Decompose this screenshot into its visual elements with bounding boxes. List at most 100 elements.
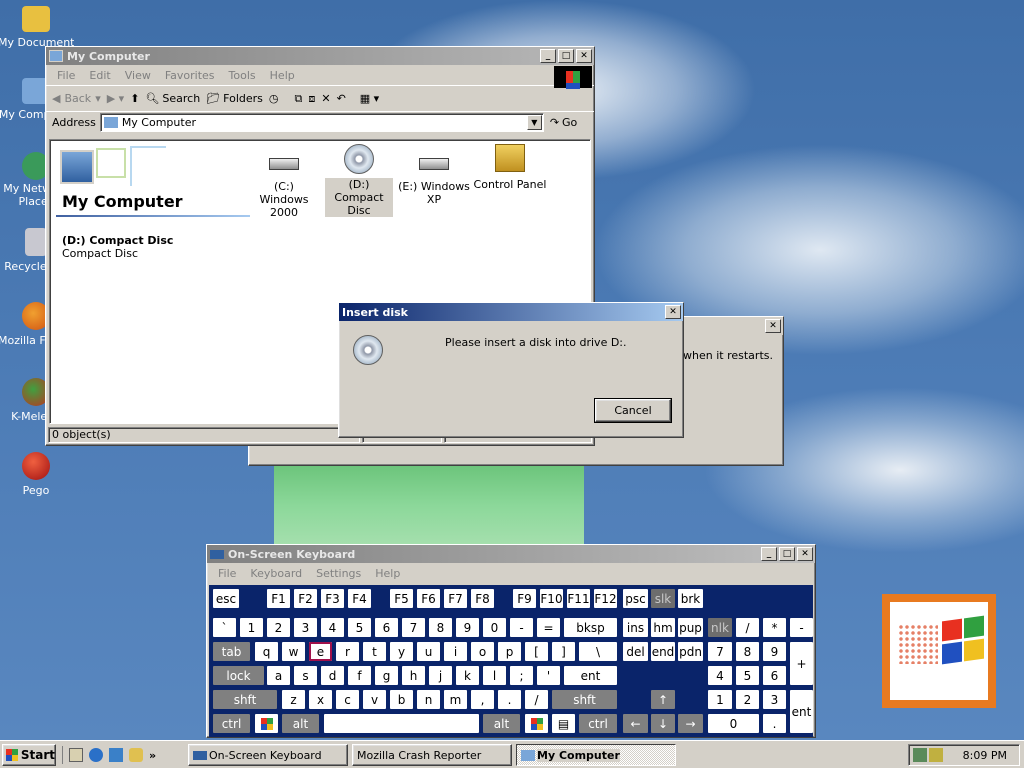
drive-d[interactable]: (D:) Compact Disc xyxy=(325,144,393,217)
up-folder-icon[interactable]: ⬆ xyxy=(130,92,139,105)
folders-button[interactable]: 📁︎ Folders xyxy=(206,92,263,105)
osk-minimize-button[interactable]: _ xyxy=(761,547,777,561)
key-f1[interactable]: F1 xyxy=(267,589,290,608)
undo-icon[interactable]: ↶ xyxy=(337,92,346,105)
key-tab[interactable]: tab xyxy=(213,642,250,661)
dialog-close-button[interactable]: ✕ xyxy=(665,305,681,319)
search-button[interactable]: 🔍︎ Search xyxy=(145,92,200,105)
address-dropdown-button[interactable]: ▼ xyxy=(526,115,542,130)
quick-launch-chevron-icon[interactable]: » xyxy=(149,749,156,762)
key-a[interactable]: a xyxy=(267,666,290,685)
key-v[interactable]: v xyxy=(363,690,386,709)
key-ctrl-left[interactable]: ctrl xyxy=(213,714,250,733)
key-w[interactable]: w xyxy=(282,642,305,661)
desktop-icon-pego[interactable]: Pego xyxy=(0,452,74,497)
address-input[interactable]: My Computer ▼ xyxy=(99,113,544,132)
menu-help[interactable]: Help xyxy=(263,69,302,82)
delete-icon[interactable]: ✕ xyxy=(321,92,330,105)
key-num-5[interactable]: 5 xyxy=(736,666,759,685)
key-shift-left[interactable]: shft xyxy=(213,690,277,709)
key-minus[interactable]: - xyxy=(510,618,533,637)
key-slash[interactable]: / xyxy=(525,690,548,709)
drive-e[interactable]: (E:) Windows XP xyxy=(398,152,470,206)
key-num-6[interactable]: 6 xyxy=(763,666,786,685)
key-7[interactable]: 7 xyxy=(402,618,425,637)
key-menu[interactable]: ▤ xyxy=(552,714,575,733)
key-6[interactable]: 6 xyxy=(375,618,398,637)
key-num-2[interactable]: 2 xyxy=(736,690,759,709)
key-comma[interactable]: , xyxy=(471,690,494,709)
key-backslash[interactable]: \ xyxy=(579,642,617,661)
key-alt-right[interactable]: alt xyxy=(483,714,520,733)
search-icon[interactable] xyxy=(129,748,143,762)
key-f2[interactable]: F2 xyxy=(294,589,317,608)
clock[interactable]: 8:09 PM xyxy=(963,749,1007,762)
key-esc[interactable]: esc xyxy=(213,589,239,608)
key-up[interactable]: ↑ xyxy=(651,690,675,709)
key-j[interactable]: j xyxy=(429,666,452,685)
back-button[interactable]: ◀ Back ▾ xyxy=(52,92,101,105)
copy-to-icon[interactable]: ⧈ xyxy=(308,92,315,106)
menu-view[interactable]: View xyxy=(118,69,158,82)
key-num-1[interactable]: 1 xyxy=(708,690,732,709)
key-end[interactable]: end xyxy=(651,642,675,661)
key-1[interactable]: 1 xyxy=(240,618,263,637)
key-p[interactable]: p xyxy=(498,642,521,661)
key-win-right[interactable] xyxy=(525,714,548,733)
menu-tools[interactable]: Tools xyxy=(222,69,263,82)
key-f10[interactable]: F10 xyxy=(540,589,563,608)
outlook-express-icon[interactable] xyxy=(109,748,123,762)
key-s[interactable]: s xyxy=(294,666,317,685)
key-left[interactable]: ← xyxy=(623,714,648,733)
key-ins[interactable]: ins xyxy=(623,618,648,637)
key-t[interactable]: t xyxy=(363,642,386,661)
key-period[interactable]: . xyxy=(498,690,521,709)
key-f6[interactable]: F6 xyxy=(417,589,440,608)
minimize-button[interactable]: _ xyxy=(540,49,556,63)
show-desktop-icon[interactable] xyxy=(69,748,83,762)
key-8[interactable]: 8 xyxy=(429,618,452,637)
drive-c[interactable]: (C:) Windows 2000 xyxy=(248,152,320,219)
task-crash-reporter[interactable]: Mozilla Crash Reporter xyxy=(352,744,512,766)
key-b[interactable]: b xyxy=(390,690,413,709)
key-d[interactable]: d xyxy=(321,666,344,685)
key-y[interactable]: y xyxy=(390,642,413,661)
key-i[interactable]: i xyxy=(444,642,467,661)
key-num-3[interactable]: 3 xyxy=(763,690,786,709)
key-bksp[interactable]: bksp xyxy=(564,618,617,637)
key-slk[interactable]: slk xyxy=(651,589,675,608)
forward-button[interactable]: ▶ ▾ xyxy=(107,92,124,105)
key-num-minus[interactable]: - xyxy=(790,618,813,637)
osk-close-button[interactable]: ✕ xyxy=(797,547,813,561)
key-num-9[interactable]: 9 xyxy=(763,642,786,661)
osk-menu-file[interactable]: File xyxy=(211,567,243,580)
osk-maximize-button[interactable]: □ xyxy=(779,547,795,561)
history-icon[interactable]: ◷ xyxy=(269,92,279,105)
key-lbracket[interactable]: [ xyxy=(525,642,548,661)
key-quote[interactable]: ' xyxy=(537,666,560,685)
key-rbracket[interactable]: ] xyxy=(552,642,575,661)
key-right[interactable]: → xyxy=(678,714,703,733)
key-3[interactable]: 3 xyxy=(294,618,317,637)
key-num-ent[interactable]: ent xyxy=(790,690,813,733)
key-hm[interactable]: hm xyxy=(651,618,675,637)
key-num-8[interactable]: 8 xyxy=(736,642,759,661)
go-button[interactable]: ↷ Go xyxy=(550,116,577,129)
key-ctrl-right[interactable]: ctrl xyxy=(579,714,617,733)
key-l[interactable]: l xyxy=(483,666,506,685)
network-tray-icon[interactable] xyxy=(913,748,927,762)
key-e[interactable]: e xyxy=(309,642,332,661)
key-f7[interactable]: F7 xyxy=(444,589,467,608)
key-x[interactable]: x xyxy=(309,690,332,709)
volume-tray-icon[interactable] xyxy=(929,748,943,762)
key-alt-left[interactable]: alt xyxy=(282,714,319,733)
key-pup[interactable]: pup xyxy=(678,618,703,637)
task-osk[interactable]: On-Screen Keyboard xyxy=(188,744,348,766)
osk-menu-keyboard[interactable]: Keyboard xyxy=(243,567,309,580)
cancel-button[interactable]: Cancel xyxy=(594,398,672,423)
task-my-computer[interactable]: My Computer xyxy=(516,744,676,766)
key-down[interactable]: ↓ xyxy=(651,714,675,733)
key-4[interactable]: 4 xyxy=(321,618,344,637)
key-num-4[interactable]: 4 xyxy=(708,666,732,685)
key-n[interactable]: n xyxy=(417,690,440,709)
